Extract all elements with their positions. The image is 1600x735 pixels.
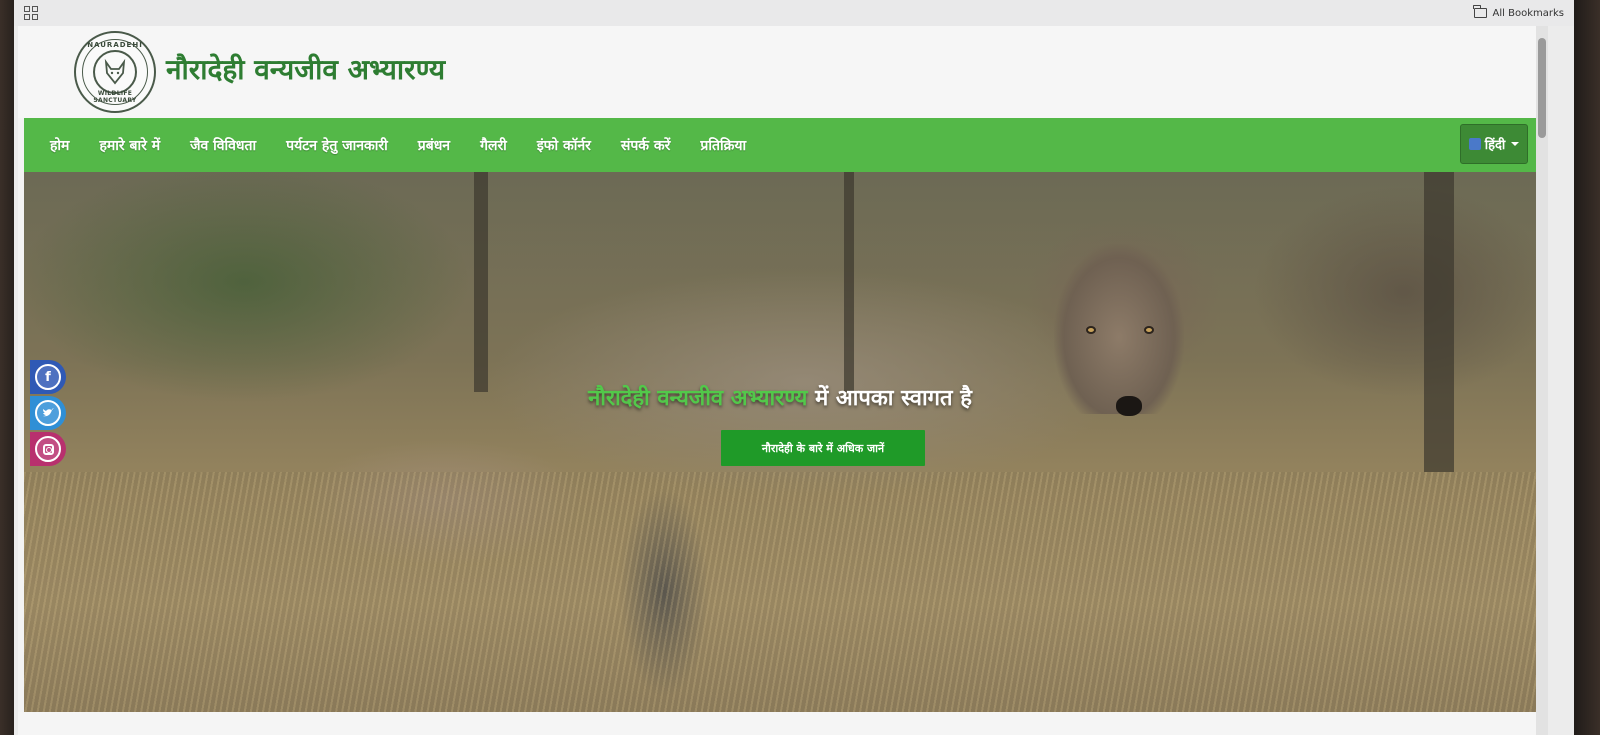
logo-top-text: NAURADEHI	[87, 41, 143, 49]
logo-bottom-text: WILDLIFE SANCTUARY	[93, 90, 137, 104]
site-header: NAURADEHI WILDLIFE SANCTUARY नौरादेही वन…	[18, 26, 1536, 118]
language-dropdown[interactable]: हिंदी	[1460, 124, 1528, 164]
nav-item-about[interactable]: हमारे बारे में	[99, 136, 160, 155]
page-scrollbar[interactable]	[1536, 26, 1548, 735]
nav-item-management[interactable]: प्रबंधन	[418, 136, 450, 155]
nav-item-contact[interactable]: संपर्क करें	[621, 136, 671, 155]
language-icon	[1468, 138, 1481, 150]
twitter-icon	[35, 400, 61, 426]
instagram-icon	[35, 436, 61, 462]
apps-grid-icon[interactable]	[24, 6, 38, 20]
facebook-icon: f	[35, 364, 61, 390]
bookmarks-bar: All Bookmarks	[14, 0, 1574, 26]
twitter-link[interactable]	[30, 396, 66, 430]
chevron-down-icon	[1511, 142, 1520, 146]
nav-item-home[interactable]: होम	[50, 136, 69, 155]
hero-heading-welcome: में आपका स्वागत है	[815, 385, 972, 411]
main-navigation: होम हमारे बारे में जैव विविधता पर्यटन हे…	[24, 118, 1536, 172]
browser-window: All Bookmarks NAURADEHI WILDLIFE SANCTUA…	[14, 0, 1574, 735]
all-bookmarks-label: All Bookmarks	[1492, 7, 1564, 19]
web-page: NAURADEHI WILDLIFE SANCTUARY नौरादेही वन…	[18, 26, 1548, 735]
scrollbar-thumb[interactable]	[1538, 38, 1546, 138]
hero-heading: नौरादेही वन्यजीव अभ्यारण्य में आपका स्वा…	[24, 382, 1536, 412]
nav-item-feedback[interactable]: प्रतिक्रिया	[700, 136, 746, 155]
hero-banner: नौरादेही वन्यजीव अभ्यारण्य में आपका स्वा…	[24, 172, 1536, 712]
site-title[interactable]: नौरादेही वन्यजीव अभ्यारण्य	[166, 50, 445, 88]
nav-item-biodiversity[interactable]: जैव विविधता	[190, 136, 256, 155]
nav-item-info-corner[interactable]: इंफो कॉर्नर	[537, 136, 591, 155]
monitor-bezel-right	[1572, 0, 1600, 735]
all-bookmarks-button[interactable]: All Bookmarks	[1473, 5, 1564, 19]
instagram-link[interactable]	[30, 432, 66, 466]
facebook-link[interactable]: f	[30, 360, 66, 394]
nav-item-gallery[interactable]: गैलरी	[480, 136, 507, 155]
page-bottom-strip	[18, 712, 1536, 735]
folder-icon	[1473, 5, 1487, 18]
hero-heading-sanctuary-name: नौरादेही वन्यजीव अभ्यारण्य	[588, 385, 808, 411]
learn-more-button[interactable]: नौरादेही के बारे में अधिक जानें	[721, 430, 925, 466]
nav-item-tourism-info[interactable]: पर्यटन हेतु जानकारी	[286, 136, 388, 155]
language-label: हिंदी	[1484, 138, 1506, 153]
grass-background	[24, 472, 1536, 712]
sanctuary-logo[interactable]: NAURADEHI WILDLIFE SANCTUARY	[74, 31, 156, 113]
